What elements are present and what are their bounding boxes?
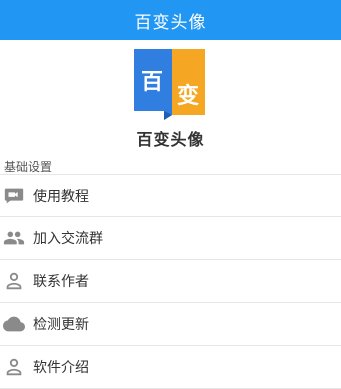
menu-item-about[interactable]: 软件介绍 <box>0 346 341 389</box>
menu-item-label: 使用教程 <box>33 188 89 205</box>
menu-item-contact-author[interactable]: 联系作者 <box>0 260 341 303</box>
menu-item-label: 联系作者 <box>33 274 89 290</box>
video-camera-icon <box>3 185 25 207</box>
person-icon <box>3 356 25 378</box>
cloud-icon <box>3 313 25 335</box>
group-icon <box>3 227 25 249</box>
menu-item-label: 检测更新 <box>33 317 89 333</box>
person-icon <box>3 270 25 292</box>
menu-item-label: 软件介绍 <box>33 360 89 376</box>
menu-item-check-update[interactable]: 检测更新 <box>0 303 341 346</box>
page-title: 百变头像 <box>134 12 207 33</box>
menu-item-join-group[interactable]: 加入交流群 <box>0 217 341 260</box>
logo-char-1: 百 <box>141 70 163 95</box>
app-name: 百变头像 <box>136 130 205 149</box>
logo-char-2: 变 <box>177 83 199 109</box>
menu-item-tutorial[interactable]: 使用教程 <box>0 174 341 217</box>
section-header-basic-settings: 基础设置 <box>4 160 53 174</box>
title-bar: 百变头像 <box>0 0 341 40</box>
app-logo-icon: 百 变 <box>134 49 205 120</box>
app-logo: 百 变 <box>134 49 205 120</box>
menu-item-label: 加入交流群 <box>33 231 103 247</box>
settings-list: 使用教程 加入交流群 联系作者 检测更新 软件介绍 <box>0 174 341 389</box>
